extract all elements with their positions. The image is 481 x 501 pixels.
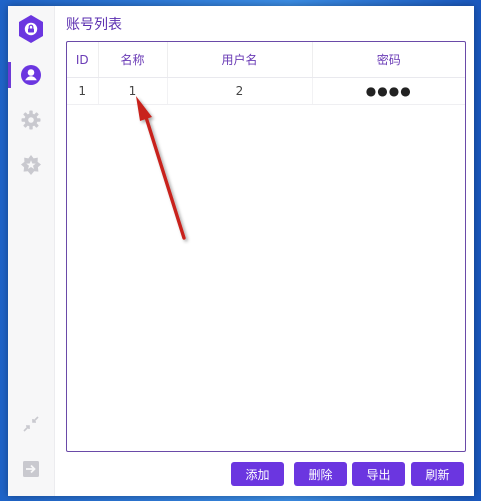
collapse-button[interactable]: [8, 407, 54, 441]
sidebar-item-accounts[interactable]: [8, 58, 54, 92]
column-header-id[interactable]: ID: [67, 42, 99, 78]
accounts-table: ID 名称 用户名 密码 1 1 2 ●●●●: [67, 42, 465, 105]
collapse-arrows-icon: [23, 416, 39, 432]
account-icon: [21, 65, 41, 85]
logout-icon: [23, 461, 39, 477]
app-window: 账号列表 ID 名称 用户名 密码 1 1 2 ●●●● 添加 删除 导出 刷新: [8, 6, 474, 496]
sidebar-item-favorites[interactable]: [8, 148, 54, 182]
table-header-row: ID 名称 用户名 密码: [67, 42, 465, 78]
column-header-username[interactable]: 用户名: [167, 42, 313, 78]
delete-button[interactable]: 删除: [294, 462, 347, 486]
add-button[interactable]: 添加: [231, 462, 284, 486]
cell-password: ●●●●: [312, 77, 465, 105]
gear-icon: [21, 110, 41, 130]
logout-button[interactable]: [8, 452, 54, 486]
column-header-name[interactable]: 名称: [98, 42, 168, 78]
page-title: 账号列表: [66, 17, 122, 33]
cell-username: 2: [167, 77, 313, 105]
action-bar: 添加 删除 导出 刷新: [54, 462, 474, 486]
sidebar-item-settings[interactable]: [8, 103, 54, 137]
cell-id: 1: [67, 77, 99, 105]
sidebar: [8, 6, 55, 496]
column-header-password[interactable]: 密码: [312, 42, 465, 78]
accounts-table-container: ID 名称 用户名 密码 1 1 2 ●●●●: [66, 41, 466, 452]
export-button[interactable]: 导出: [352, 462, 405, 486]
cell-name: 1: [98, 77, 168, 105]
lock-logo-icon: [19, 15, 43, 43]
main-content: 账号列表 ID 名称 用户名 密码 1 1 2 ●●●● 添加 删除 导出 刷新: [54, 6, 474, 496]
star-badge-icon: [21, 155, 41, 175]
table-row[interactable]: 1 1 2 ●●●●: [67, 77, 465, 105]
refresh-button[interactable]: 刷新: [411, 462, 464, 486]
